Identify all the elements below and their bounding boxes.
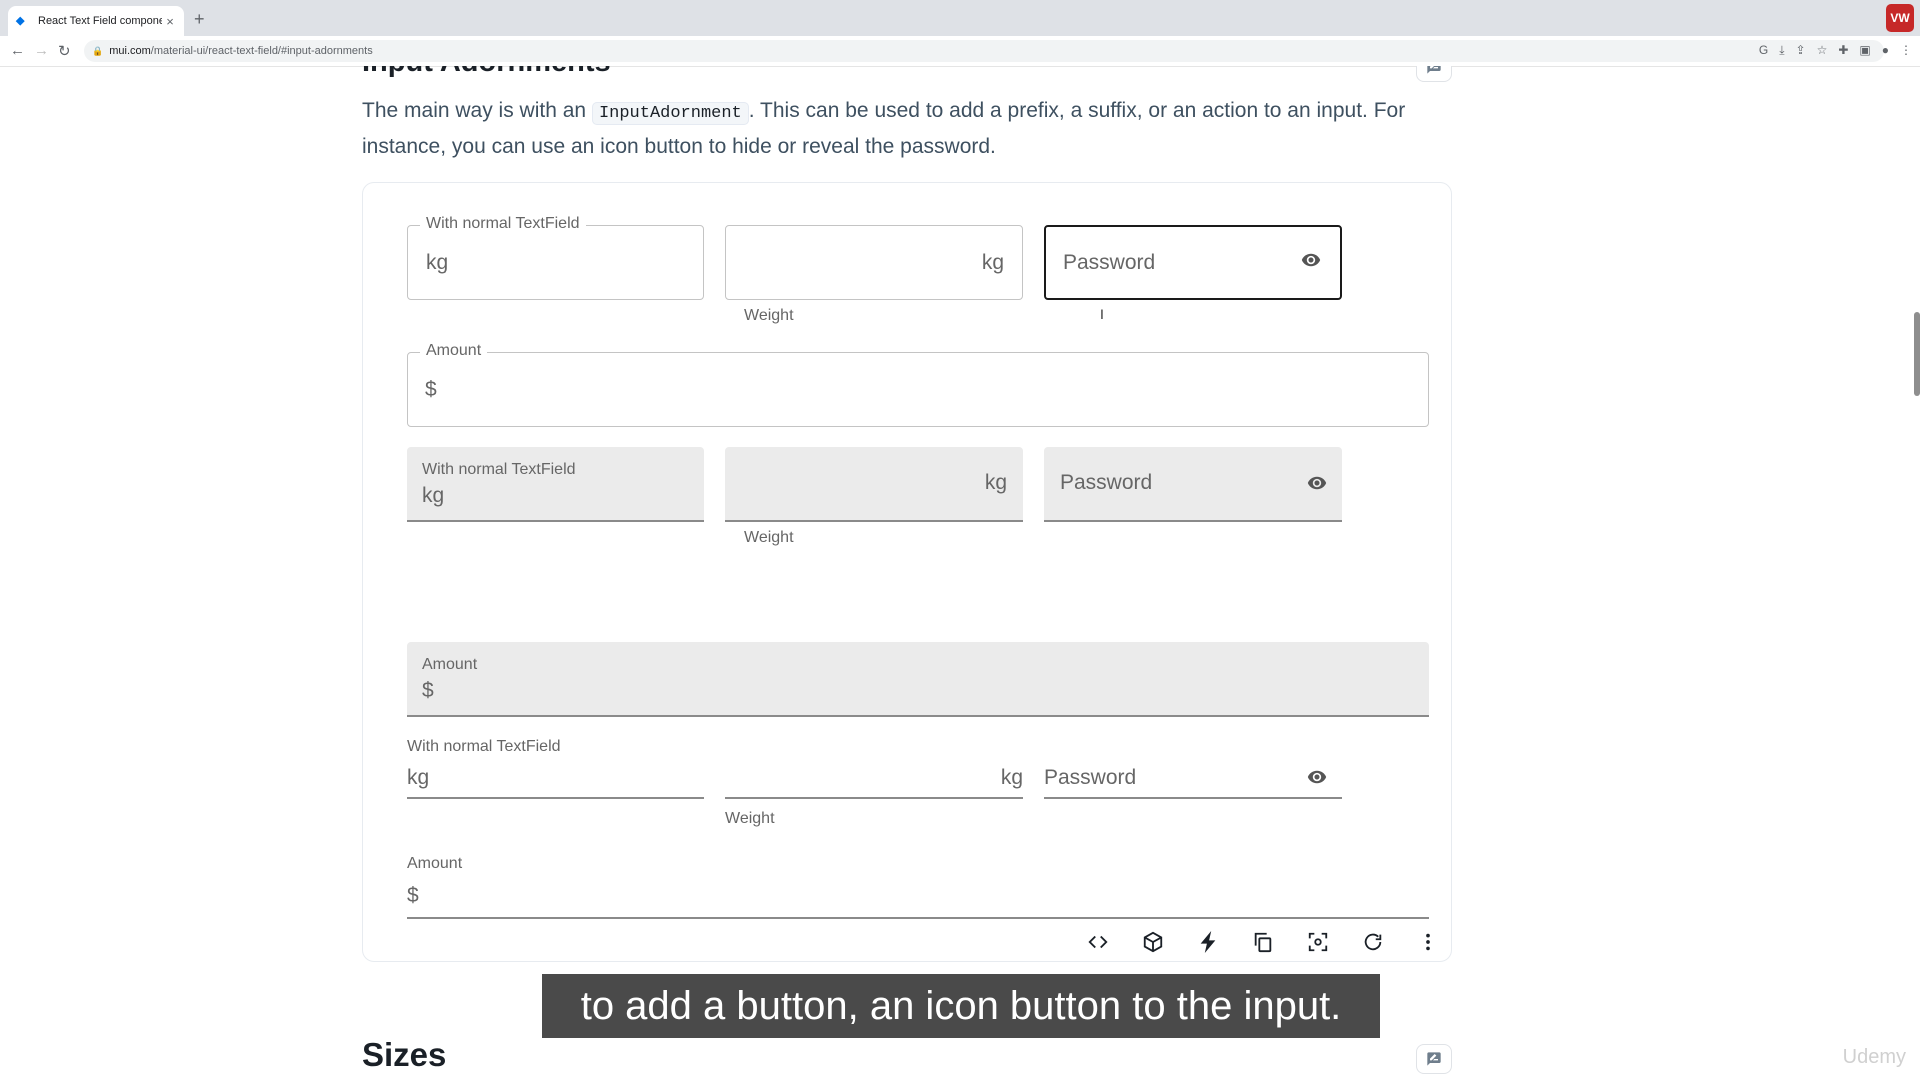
visibility-eye-icon[interactable] <box>1296 250 1326 275</box>
video-caption: to add a button, an icon button to the i… <box>542 974 1380 1038</box>
bookmark-star-icon[interactable]: ☆ <box>1817 43 1828 58</box>
section-intro: The main way is with an InputAdornment. … <box>362 94 1452 163</box>
demo-container: With normal TextField kg kg Weight Passw… <box>362 182 1452 962</box>
section-heading: Input Adornments <box>362 66 611 79</box>
share-icon[interactable]: ⇪ <box>1796 43 1806 58</box>
stackblitz-icon[interactable] <box>1190 924 1225 959</box>
dollar-adornment: $ <box>422 679 434 702</box>
lock-icon: 🔒 <box>92 45 104 56</box>
extensions-puzzle-icon[interactable]: ✚ <box>1838 43 1848 58</box>
page-content: Input Adornments The main way is with an… <box>0 66 1920 1080</box>
intro-text-start: The main way is with an <box>362 99 592 122</box>
browser-menu-icon[interactable]: ⋮ <box>1900 43 1912 58</box>
reset-icon[interactable] <box>1355 924 1390 959</box>
field-label: With normal TextField <box>420 215 586 233</box>
new-tab-button[interactable]: + <box>194 9 205 30</box>
sizes-heading: Sizes <box>362 1036 447 1073</box>
browser-tab-bar: ◆ React Text Field component - M × + VW <box>0 0 1920 36</box>
field-label: Amount <box>422 656 478 673</box>
back-icon[interactable]: ← <box>10 42 25 59</box>
url-path: /material-ui/react-text-field/#input-ado… <box>150 45 373 57</box>
standard-password-field[interactable]: Password <box>1044 757 1342 799</box>
field-label: With normal TextField <box>422 461 576 478</box>
side-panel-icon[interactable]: ▣ <box>1859 43 1870 58</box>
outlined-normal-field[interactable]: With normal TextField kg <box>407 215 704 300</box>
outlined-weight-field[interactable]: kg <box>725 225 1023 300</box>
dollar-adornment: $ <box>425 377 437 401</box>
address-bar-row: ← → ↻ 🔒 mui.com/material-ui/react-text-f… <box>0 36 1920 67</box>
kg-adornment: kg <box>984 471 1007 494</box>
url-field[interactable]: 🔒 mui.com/material-ui/react-text-field/#… <box>84 40 1884 62</box>
weight-helper-text: Weight <box>744 529 794 546</box>
demo-toolbar <box>1080 924 1445 959</box>
kg-adornment: kg <box>407 766 430 789</box>
google-icon[interactable]: G <box>1759 43 1768 58</box>
filled-normal-field[interactable]: With normal TextField kg <box>407 447 704 522</box>
feedback-icon[interactable] <box>1416 1044 1452 1074</box>
password-placeholder: Password <box>1063 250 1156 274</box>
forward-icon[interactable]: → <box>34 42 49 59</box>
filled-password-field[interactable]: Password <box>1044 447 1342 522</box>
copy-icon[interactable] <box>1245 924 1280 959</box>
visibility-eye-icon[interactable] <box>1302 473 1332 498</box>
reload-icon[interactable]: ↻ <box>58 42 71 60</box>
more-icon[interactable] <box>1410 924 1445 959</box>
page-scrollbar[interactable] <box>1914 312 1920 396</box>
mui-favicon-icon: ◆ <box>16 15 25 27</box>
tab-close-icon[interactable]: × <box>162 14 178 29</box>
dollar-adornment: $ <box>407 884 419 907</box>
profile-badge[interactable]: VW <box>1886 4 1914 32</box>
kg-adornment: kg <box>422 484 445 507</box>
password-placeholder: Password <box>1060 471 1153 494</box>
kg-adornment: kg <box>1000 766 1023 789</box>
install-icon[interactable]: ⤓ <box>1779 43 1784 58</box>
outlined-amount-field[interactable]: Amount $ <box>407 342 1429 427</box>
standard-weight-field[interactable]: kg <box>725 757 1023 799</box>
outlined-password-field[interactable]: Password <box>1044 225 1342 300</box>
url-host: mui.com <box>109 45 151 57</box>
kg-adornment: kg <box>426 250 449 274</box>
extension-icons: G ⤓ ⇪ ☆ ✚ ▣ ● ⋮ <box>1759 43 1912 58</box>
standard-normal-field[interactable]: kg <box>407 757 704 799</box>
field-label: Amount <box>420 342 488 360</box>
udemy-watermark: Udemy <box>1842 1046 1906 1068</box>
weight-helper-text: Weight <box>744 307 794 324</box>
inline-code: InputAdornment <box>591 102 749 125</box>
field-label: With normal TextField <box>407 738 561 755</box>
password-placeholder: Password <box>1044 766 1137 789</box>
field-label: Amount <box>407 855 463 872</box>
text-cursor-icon: I <box>1100 306 1104 322</box>
feedback-icon[interactable] <box>1416 66 1452 82</box>
tab-title: React Text Field component - M <box>38 15 162 27</box>
kg-adornment: kg <box>981 250 1004 274</box>
account-avatar-icon[interactable]: ● <box>1882 43 1889 58</box>
browser-tab[interactable]: ◆ React Text Field component - M × <box>8 6 184 36</box>
filled-amount-field[interactable]: Amount $ <box>407 642 1429 717</box>
visibility-eye-icon[interactable] <box>1302 767 1332 792</box>
codesandbox-icon[interactable] <box>1135 924 1170 959</box>
filled-weight-field[interactable]: kg <box>725 447 1023 522</box>
weight-helper-text: Weight <box>725 810 775 827</box>
screenshot-icon[interactable] <box>1300 924 1335 959</box>
code-icon[interactable] <box>1080 924 1115 959</box>
standard-amount-field[interactable]: $ <box>407 875 1429 919</box>
